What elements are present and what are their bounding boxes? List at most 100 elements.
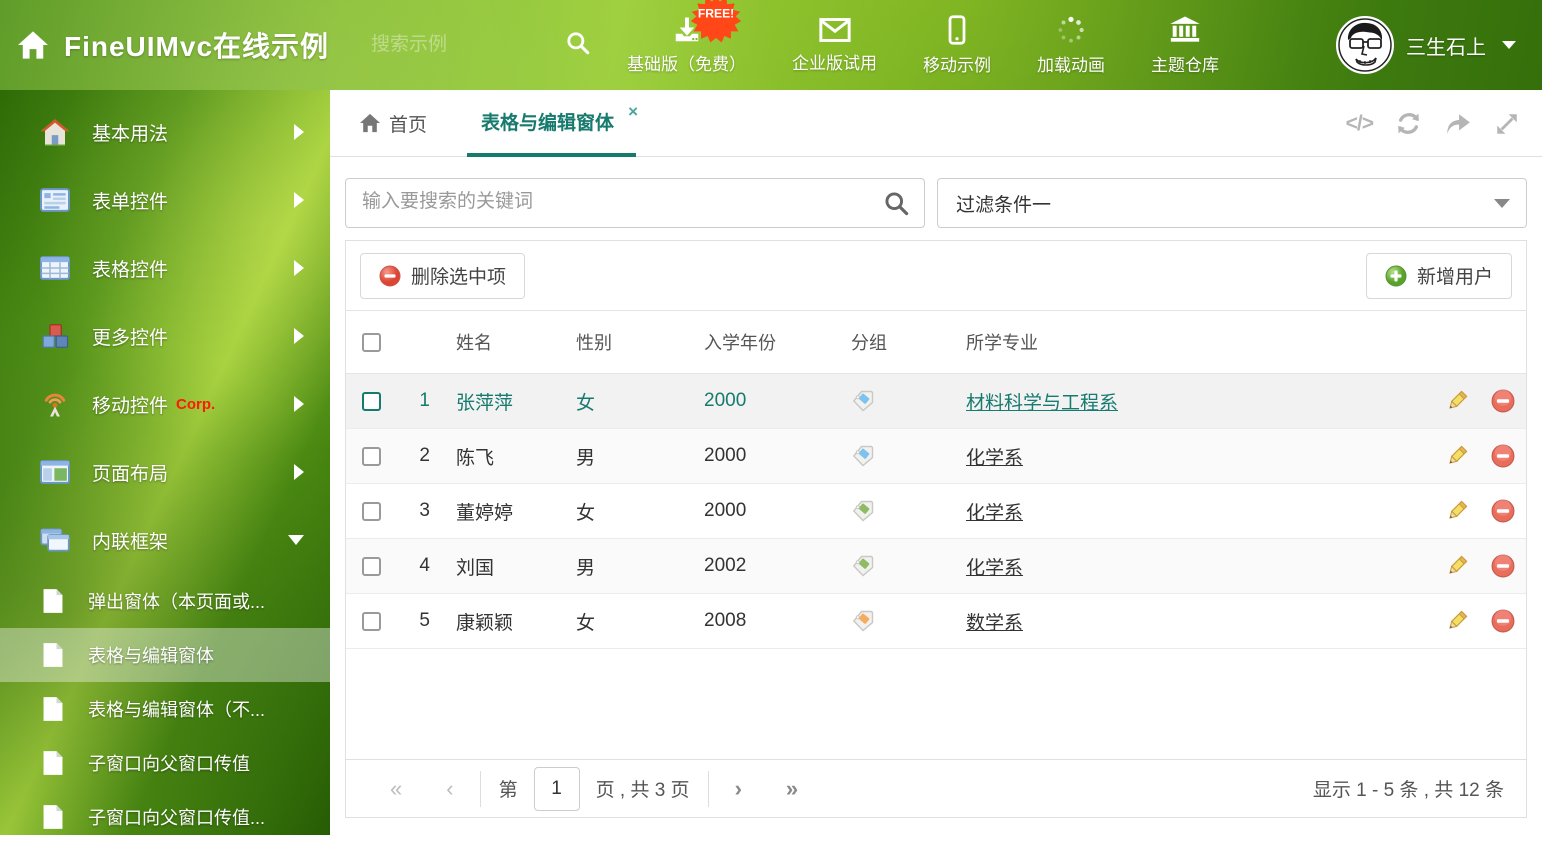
pager-divider [708, 771, 709, 807]
table-row[interactable]: 1 张萍萍 女 2000 材料科学与工程系 [346, 374, 1526, 429]
table-row[interactable]: 4 刘国 男 2002 化学系 [346, 539, 1526, 594]
cell-name: 康颖颖 [436, 608, 556, 635]
row-checkbox[interactable] [362, 612, 381, 631]
major-link[interactable]: 数学系 [966, 613, 1023, 634]
search-icon[interactable] [565, 30, 591, 56]
avatar[interactable] [1336, 16, 1394, 74]
col-header-major[interactable]: 所学专业 [946, 329, 1434, 355]
edit-pencil-icon[interactable] [1445, 499, 1469, 523]
app-logo[interactable]: FineUIMvc在线示例 [0, 25, 329, 65]
major-link[interactable]: 材料科学与工程系 [966, 393, 1118, 414]
keyword-search-input[interactable] [346, 179, 846, 225]
pager-divider [480, 771, 481, 807]
col-header-gender[interactable]: 性别 [556, 329, 676, 355]
chevron-right-icon [294, 464, 304, 480]
sidebar-subitem-grid-edit-window[interactable]: 表格与编辑窗体 [0, 628, 330, 682]
cell-year: 2000 [676, 445, 826, 467]
delete-selected-button[interactable]: 删除选中项 [360, 253, 525, 299]
sidebar-item-more[interactable]: 更多控件 [0, 302, 330, 370]
keyword-search-box[interactable] [345, 178, 925, 228]
first-page-button[interactable]: « [368, 776, 424, 802]
record-count-summary: 显示 1 - 5 条 , 共 12 条 [1313, 775, 1504, 802]
col-header-year[interactable]: 入学年份 [676, 329, 826, 355]
delete-row-icon[interactable] [1491, 389, 1515, 413]
row-checkbox[interactable] [362, 557, 381, 576]
cell-gender: 女 [556, 498, 676, 525]
cell-edit [1434, 499, 1480, 523]
edit-pencil-icon[interactable] [1445, 444, 1469, 468]
sidebar-subitem-label: 子窗口向父窗口传值... [88, 804, 265, 830]
table-row[interactable]: 5 康颖颖 女 2008 数学系 [346, 594, 1526, 649]
tab-grid-edit-window[interactable]: 表格与编辑窗体 × [467, 90, 636, 157]
major-link[interactable]: 化学系 [966, 503, 1023, 524]
table-body: 1 张萍萍 女 2000 材料科学与工程系 [346, 374, 1526, 649]
header-search-input[interactable] [371, 34, 541, 56]
nav-mobile-demo[interactable]: 移动示例 [905, 15, 1009, 76]
delete-row-icon[interactable] [1491, 609, 1515, 633]
col-header-group[interactable]: 分组 [826, 329, 946, 355]
sidebar-item-iframe[interactable]: 内联框架 [0, 506, 330, 574]
cell-delete [1480, 609, 1526, 633]
main-content: 首页 表格与编辑窗体 × </> [330, 90, 1542, 835]
next-page-button[interactable]: › [713, 776, 764, 802]
nav-loading-anim[interactable]: 加载动画 [1019, 15, 1123, 76]
bank-icon [1169, 15, 1201, 45]
edit-pencil-icon[interactable] [1445, 554, 1469, 578]
tab-close-icon[interactable]: × [628, 102, 638, 122]
delete-row-icon[interactable] [1491, 499, 1515, 523]
search-icon[interactable] [883, 190, 910, 217]
sidebar-item-mobile[interactable]: 移动控件 Corp. [0, 370, 330, 438]
last-page-button[interactable]: » [764, 776, 820, 802]
major-link[interactable]: 化学系 [966, 558, 1023, 579]
cell-major: 化学系 [946, 443, 1434, 470]
sidebar-item-basic[interactable]: 基本用法 [0, 98, 330, 166]
edit-pencil-icon[interactable] [1445, 609, 1469, 633]
form-icon [40, 188, 70, 212]
cell-group [826, 389, 946, 413]
prev-page-button[interactable]: ‹ [424, 776, 475, 802]
open-new-window-icon[interactable] [1444, 111, 1472, 137]
row-checkbox[interactable] [362, 392, 381, 411]
cell-year: 2000 [676, 500, 826, 522]
user-menu[interactable]: 三生石上 [1336, 16, 1542, 74]
row-checkbox[interactable] [362, 447, 381, 466]
sidebar-subitem-popup[interactable]: 弹出窗体（本页面或... [0, 574, 330, 628]
sidebar-item-form[interactable]: 表单控件 [0, 166, 330, 234]
sidebar-subitem-child-to-parent-2[interactable]: 子窗口向父窗口传值... [0, 790, 330, 844]
page-number-input[interactable] [534, 767, 580, 811]
sidebar-item-grid[interactable]: 表格控件 [0, 234, 330, 302]
cell-year: 2000 [676, 390, 826, 412]
delete-row-icon[interactable] [1491, 444, 1515, 468]
row-checkbox[interactable] [362, 502, 381, 521]
header-search[interactable] [371, 34, 571, 56]
sidebar-item-label: 表格控件 [92, 255, 168, 282]
sidebar-subitem-grid-edit-window-2[interactable]: 表格与编辑窗体（不... [0, 682, 330, 736]
row-index: 4 [396, 555, 436, 577]
table-row[interactable]: 3 董婷婷 女 2000 化学系 [346, 484, 1526, 539]
table-row[interactable]: 2 陈飞 男 2000 化学系 [346, 429, 1526, 484]
view-source-icon[interactable]: </> [1346, 112, 1373, 136]
tab-home[interactable]: 首页 [345, 110, 441, 137]
nav-enterprise-trial[interactable]: 企业版试用 [774, 17, 895, 74]
tab-home-label: 首页 [389, 110, 427, 137]
sidebar-item-layout[interactable]: 页面布局 [0, 438, 330, 506]
add-user-button[interactable]: 新增用户 [1366, 253, 1512, 299]
select-all-cell[interactable] [346, 333, 396, 352]
delete-row-icon[interactable] [1491, 554, 1515, 578]
grid-empty-area [346, 649, 1526, 759]
sidebar-subitem-child-to-parent[interactable]: 子窗口向父窗口传值 [0, 736, 330, 790]
sidebar-item-label: 页面布局 [92, 459, 168, 486]
pagination-bar: « ‹ 第 页 , 共 3 页 › » 显示 1 - 5 条 , 共 12 条 [346, 759, 1526, 817]
grid-toolbar: 删除选中项 新增用户 [346, 241, 1526, 311]
major-link[interactable]: 化学系 [966, 448, 1023, 469]
maximize-icon[interactable] [1494, 111, 1520, 137]
nav-theme-store[interactable]: 主题仓库 [1133, 15, 1237, 76]
filter-dropdown[interactable]: 过滤条件一 [937, 178, 1527, 228]
select-all-checkbox[interactable] [362, 333, 381, 352]
free-badge: FREE! [686, 0, 746, 50]
tag-icon [851, 609, 875, 633]
col-header-name[interactable]: 姓名 [436, 329, 556, 355]
edit-pencil-icon[interactable] [1445, 389, 1469, 413]
cell-delete [1480, 554, 1526, 578]
refresh-icon[interactable] [1395, 110, 1422, 137]
